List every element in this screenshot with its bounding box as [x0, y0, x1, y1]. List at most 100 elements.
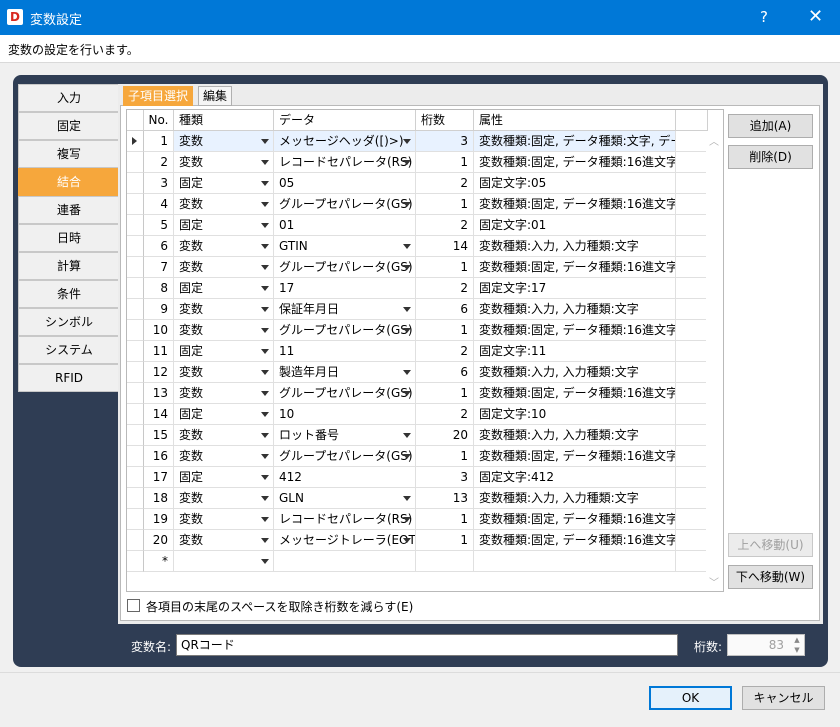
- table-row[interactable]: 12 変数 製造年月日 6 変数種類:入力, 入力種類:文字: [127, 362, 723, 383]
- table-row[interactable]: 10 変数 グループセパレータ(GS) 1 変数種類:固定, データ種類:16進文字..…: [127, 320, 723, 341]
- cell-data[interactable]: 01: [274, 215, 416, 236]
- header-no[interactable]: No.: [144, 110, 174, 131]
- cell-kind[interactable]: 変数: [174, 257, 274, 278]
- cell-digits[interactable]: 1: [416, 446, 474, 467]
- cell-kind[interactable]: 固定: [174, 173, 274, 194]
- chevron-down-icon[interactable]: [403, 139, 411, 144]
- move-up-button[interactable]: 上へ移動(U): [728, 533, 813, 557]
- chevron-down-icon[interactable]: [403, 202, 411, 207]
- scroll-up-icon[interactable]: ︿: [708, 133, 720, 148]
- chevron-down-icon[interactable]: [403, 265, 411, 270]
- cell-kind[interactable]: 変数: [174, 446, 274, 467]
- cell-digits[interactable]: 1: [416, 383, 474, 404]
- chevron-down-icon[interactable]: [261, 223, 269, 228]
- delete-button[interactable]: 削除(D): [728, 145, 813, 169]
- cell-data[interactable]: グループセパレータ(GS): [274, 446, 416, 467]
- grid-new-row[interactable]: *: [127, 551, 723, 572]
- chevron-down-icon[interactable]: [403, 538, 411, 543]
- add-button[interactable]: 追加(A): [728, 114, 813, 138]
- row-selector[interactable]: [127, 488, 144, 509]
- row-selector[interactable]: [127, 194, 144, 215]
- header-data[interactable]: データ: [274, 110, 416, 131]
- cell-kind[interactable]: 変数: [174, 194, 274, 215]
- nav-item-serial[interactable]: 連番: [18, 196, 120, 224]
- row-selector[interactable]: [127, 383, 144, 404]
- tab-edit[interactable]: 編集: [198, 86, 233, 106]
- chevron-down-icon[interactable]: [261, 517, 269, 522]
- table-row[interactable]: 1 変数 メッセージヘッダ([)>) 3 変数種類:固定, データ種類:文字, デー..…: [127, 131, 723, 152]
- cell-data[interactable]: 412: [274, 467, 416, 488]
- nav-item-datetime[interactable]: 日時: [18, 224, 120, 252]
- nav-item-condition[interactable]: 条件: [18, 280, 120, 308]
- cancel-button[interactable]: キャンセル: [742, 686, 825, 710]
- row-selector[interactable]: [127, 425, 144, 446]
- chevron-down-icon[interactable]: [261, 538, 269, 543]
- cell-kind[interactable]: 変数: [174, 425, 274, 446]
- table-row[interactable]: 8 固定 17 2 固定文字:17: [127, 278, 723, 299]
- nav-item-calc[interactable]: 計算: [18, 252, 120, 280]
- table-row[interactable]: 19 変数 レコードセパレータ(RS) 1 変数種類:固定, データ種類:16進文字..…: [127, 509, 723, 530]
- cell-kind[interactable]: [174, 551, 274, 572]
- chevron-down-icon[interactable]: [261, 328, 269, 333]
- var-name-input[interactable]: QRコード: [176, 634, 678, 656]
- cell-data[interactable]: グループセパレータ(GS): [274, 320, 416, 341]
- cell-digits[interactable]: 3: [416, 131, 474, 152]
- chevron-down-icon[interactable]: [403, 517, 411, 522]
- move-down-button[interactable]: 下へ移動(W): [728, 565, 813, 589]
- row-selector[interactable]: [127, 278, 144, 299]
- nav-item-rfid[interactable]: RFID: [18, 364, 120, 392]
- help-button[interactable]: ?: [760, 8, 768, 26]
- row-selector[interactable]: [127, 320, 144, 341]
- cell-data[interactable]: 10: [274, 404, 416, 425]
- row-selector[interactable]: [127, 551, 144, 572]
- nav-item-system[interactable]: システム: [18, 336, 120, 364]
- cell-kind[interactable]: 固定: [174, 341, 274, 362]
- nav-item-input[interactable]: 入力: [18, 84, 120, 112]
- cell-data[interactable]: 保証年月日: [274, 299, 416, 320]
- cell-digits[interactable]: 1: [416, 530, 474, 551]
- row-selector[interactable]: [127, 404, 144, 425]
- cell-kind[interactable]: 変数: [174, 236, 274, 257]
- trim-spaces-checkbox[interactable]: [127, 599, 140, 612]
- chevron-down-icon[interactable]: [261, 496, 269, 501]
- nav-item-copy[interactable]: 複写: [18, 140, 120, 168]
- cell-digits[interactable]: 2: [416, 278, 474, 299]
- chevron-down-icon[interactable]: [261, 370, 269, 375]
- chevron-down-icon[interactable]: [261, 433, 269, 438]
- row-selector[interactable]: [127, 530, 144, 551]
- cell-data[interactable]: 05: [274, 173, 416, 194]
- cell-digits[interactable]: 14: [416, 236, 474, 257]
- cell-kind[interactable]: 変数: [174, 362, 274, 383]
- table-row[interactable]: 2 変数 レコードセパレータ(RS) 1 変数種類:固定, データ種類:16進文字...: [127, 152, 723, 173]
- table-row[interactable]: 13 変数 グループセパレータ(GS) 1 変数種類:固定, データ種類:16進文字..…: [127, 383, 723, 404]
- table-row[interactable]: 7 変数 グループセパレータ(GS) 1 変数種類:固定, データ種類:16進文字...: [127, 257, 723, 278]
- nav-item-combine[interactable]: 結合: [18, 168, 120, 196]
- cell-digits[interactable]: 6: [416, 299, 474, 320]
- chevron-down-icon[interactable]: [261, 265, 269, 270]
- nav-item-fixed[interactable]: 固定: [18, 112, 120, 140]
- cell-digits[interactable]: 3: [416, 467, 474, 488]
- chevron-down-icon[interactable]: [403, 160, 411, 165]
- cell-data[interactable]: グループセパレータ(GS): [274, 257, 416, 278]
- chevron-down-icon[interactable]: [261, 475, 269, 480]
- cell-kind[interactable]: 変数: [174, 152, 274, 173]
- row-selector[interactable]: [127, 362, 144, 383]
- chevron-down-icon[interactable]: [261, 139, 269, 144]
- table-row[interactable]: 4 変数 グループセパレータ(GS) 1 変数種類:固定, データ種類:16進文字...: [127, 194, 723, 215]
- cell-kind[interactable]: 固定: [174, 404, 274, 425]
- cell-data[interactable]: レコードセパレータ(RS): [274, 509, 416, 530]
- cell-digits[interactable]: 2: [416, 404, 474, 425]
- cell-kind[interactable]: 変数: [174, 530, 274, 551]
- chevron-down-icon[interactable]: [403, 433, 411, 438]
- chevron-down-icon[interactable]: [261, 349, 269, 354]
- row-selector[interactable]: [127, 509, 144, 530]
- cell-kind[interactable]: 変数: [174, 299, 274, 320]
- cell-digits[interactable]: 1: [416, 320, 474, 341]
- cell-kind[interactable]: 変数: [174, 509, 274, 530]
- cell-kind[interactable]: 変数: [174, 488, 274, 509]
- cell-data[interactable]: 17: [274, 278, 416, 299]
- cell-data[interactable]: GTIN: [274, 236, 416, 257]
- row-selector[interactable]: [127, 299, 144, 320]
- chevron-down-icon[interactable]: [403, 328, 411, 333]
- cell-kind[interactable]: 固定: [174, 467, 274, 488]
